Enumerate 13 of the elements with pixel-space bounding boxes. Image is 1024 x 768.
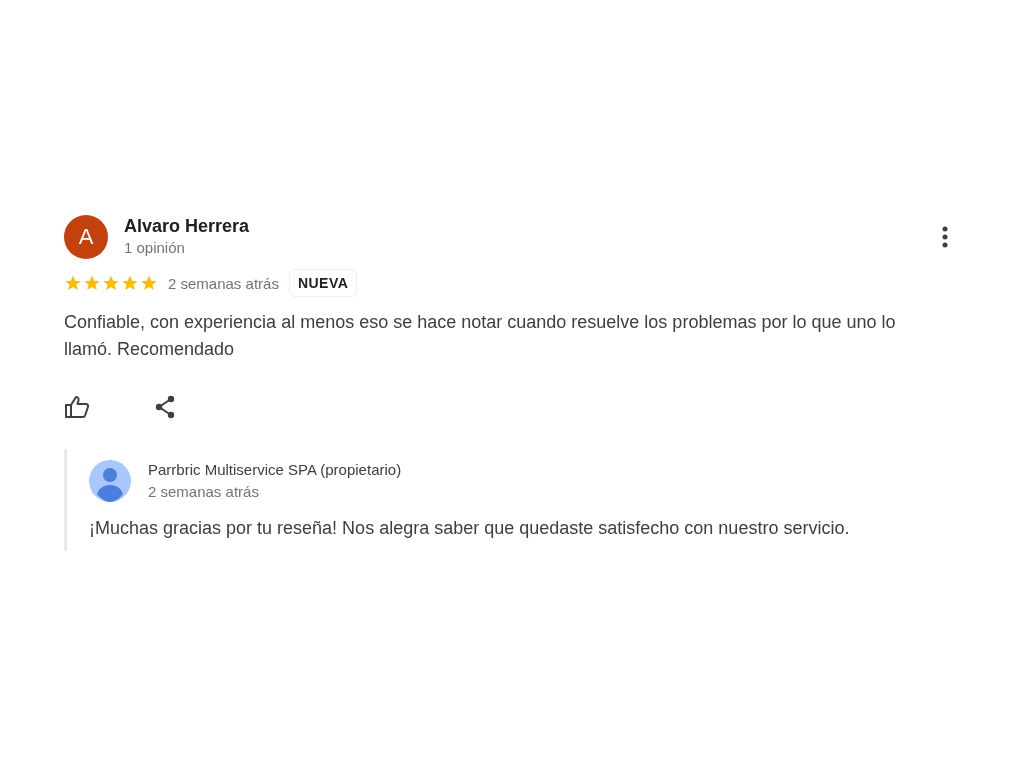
review-count: 1 opinión (124, 238, 186, 258)
more-options-icon[interactable] (942, 226, 948, 248)
share-icon[interactable] (154, 395, 176, 419)
owner-name: Parrbric Multiservice SPA (propietario) (148, 460, 403, 480)
reply-text: ¡Muchas gracias por tu reseña! Nos alegra saber que quedaste satisfecho con nuestro servicio. (89, 517, 851, 540)
review-date: 2 semanas atrás (168, 274, 279, 292)
reviewer-name[interactable]: Alvaro Herrera (124, 215, 926, 237)
avatar: A (64, 215, 108, 259)
review-text: Confiable, con experiencia al menos eso se hace notar cuando resuelve los problemas por lo que uno lo llamó. Recomendado (64, 311, 897, 361)
owner-avatar-icon (89, 460, 131, 502)
new-label: NUEVA (288, 269, 358, 297)
reply-date: 2 semanas atrás (148, 482, 260, 502)
thumbs-up-icon[interactable] (64, 395, 90, 419)
